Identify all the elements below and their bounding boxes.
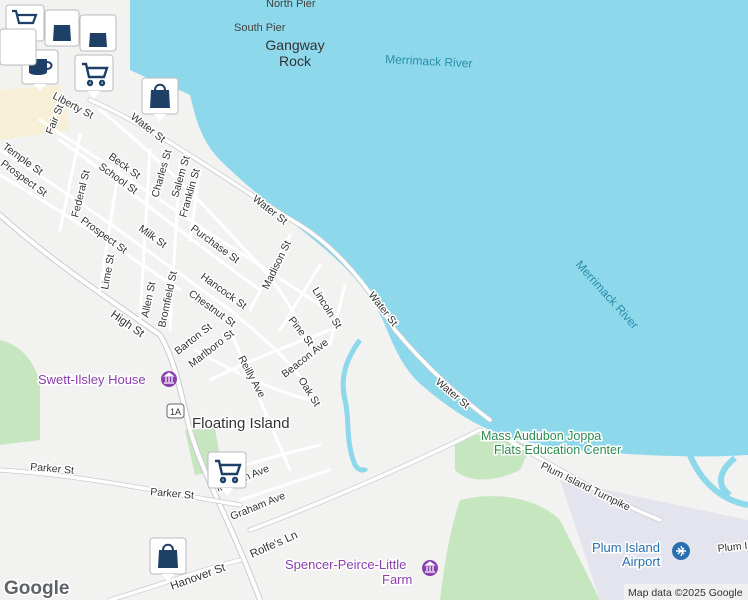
place-label: Floating Island: [192, 415, 290, 432]
museum-icon[interactable]: [422, 560, 438, 576]
poi-label[interactable]: Flats Education Center: [493, 442, 623, 459]
poi-label[interactable]: Farm: [381, 571, 414, 589]
poi-label[interactable]: Swett-Ilsley House: [37, 371, 148, 389]
shopping-bag-icon: [53, 25, 71, 41]
svg-text:1A: 1A: [170, 407, 181, 417]
map-canvas[interactable]: 1A Merrimack River Merrimack River North…: [0, 0, 748, 600]
poi-label[interactable]: Spencer-Peirce-Little: [284, 556, 408, 574]
poi-label[interactable]: Plum Island: [591, 539, 662, 557]
shopping-bag-icon: [158, 550, 178, 568]
route-1a-shield: 1A: [166, 403, 185, 419]
museum-icon[interactable]: [161, 371, 177, 387]
pier-label: South Pier: [234, 22, 286, 34]
poi-label[interactable]: Airport: [621, 553, 663, 571]
google-logo: Google: [4, 578, 69, 599]
poi-label[interactable]: Mass Audubon Joppa: [480, 428, 603, 445]
landmark-label: Gangway: [265, 37, 324, 53]
pier-label: North Pier: [266, 0, 316, 10]
shopping-bag-icon: [150, 90, 170, 108]
map-attribution[interactable]: Map data ©2025 Google: [628, 587, 743, 599]
landmark-label: Rock: [279, 53, 312, 69]
airport-icon[interactable]: [672, 542, 690, 560]
shopping-bag-icon: [89, 33, 107, 47]
